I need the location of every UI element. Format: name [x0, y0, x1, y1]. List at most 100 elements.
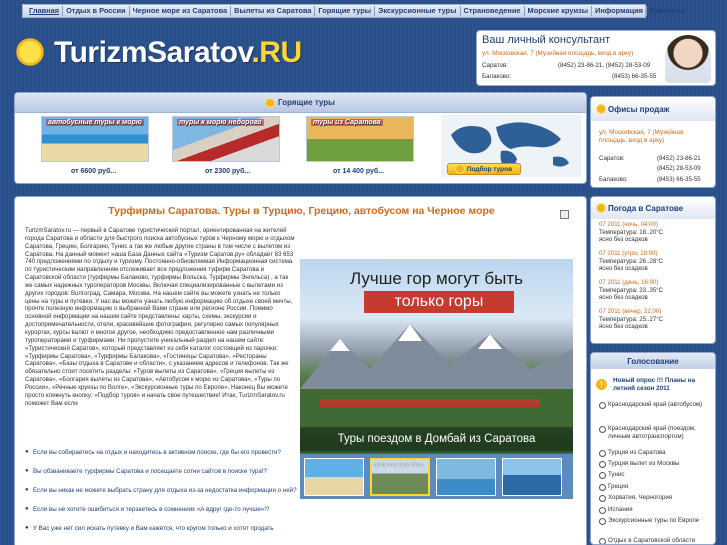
main-content: Турфирмы Саратова. Туры в Турцию, Грецию…	[14, 196, 587, 545]
weather-sky: ясно без осадков	[599, 294, 648, 301]
intro-text: TurizmSaratov.ru — первый в Саратове тур…	[25, 227, 295, 407]
thumbnail[interactable]	[436, 458, 496, 496]
vote-option[interactable]: Греция	[599, 483, 713, 491]
phone-value: (8453) 66-35-55	[657, 176, 701, 183]
exclamation-icon: !	[596, 379, 607, 390]
vote-title: Голосование	[627, 356, 679, 366]
print-icon[interactable]	[560, 210, 569, 219]
consultant-title: Ваш личный консультант	[482, 34, 611, 46]
vote-option[interactable]: Хорватия, Черногория	[599, 494, 713, 502]
weather-temp: Температура: 25..27°С	[599, 315, 664, 323]
sun-icon	[597, 204, 605, 212]
vote-option[interactable]: Тунис	[599, 471, 713, 479]
phone-value: (8452) 28-53-09	[657, 165, 701, 172]
consultant-address[interactable]: ул. Московская, 7 (Музейная площадь, вхо…	[482, 50, 633, 57]
city-label: Саратов:	[482, 62, 508, 69]
promo-title: Лучше гор могут быть	[350, 269, 523, 288]
promo-caption: Туры поездом в Домбай из Саратова	[300, 427, 573, 451]
weather-sky: ясно без осадков	[599, 265, 648, 272]
weather-title: Погода в Саратове	[608, 203, 684, 213]
tour-price[interactable]: от 14 400 руб...	[333, 168, 384, 175]
office-address[interactable]: ул. Московская, 7 (Музейная площадь, вхо…	[599, 129, 709, 145]
weather-temp: Температура: 18..20°С	[599, 228, 664, 236]
thumbnail[interactable]	[502, 458, 562, 496]
weather-date: 07 2011 (день, 16:00)	[599, 279, 659, 286]
thumbnail[interactable]	[304, 458, 364, 496]
weather-date: 07 2011 (ночь, 04:00)	[599, 221, 658, 228]
city-label: Саратов:	[599, 155, 625, 162]
thumbnail-label: Лучше гор могут быть	[374, 462, 424, 467]
tour-label: туры из Саратова	[311, 119, 383, 126]
consultant-photo	[665, 35, 711, 83]
phone-value: (8452) 23-86-21, (8452) 28-53-09	[558, 62, 651, 69]
weather-temp: Температура: 33..35°С	[599, 286, 664, 294]
vote-panel: Голосование ! Новый опрос !!! Планы на л…	[590, 352, 716, 545]
office-phone-row: Балаково: (8453) 66-35-55	[599, 176, 701, 183]
list-item: Если вы собираетесь на отдых и находитес…	[25, 449, 297, 468]
tour-price[interactable]: от 2300 руб...	[205, 168, 250, 175]
nav-info[interactable]: Информация	[592, 6, 647, 16]
nav-cruises[interactable]: Морские круизы	[525, 6, 593, 16]
site-logo[interactable]: TurizmSaratov.RU	[8, 30, 308, 76]
vote-option[interactable]: Испания	[599, 506, 713, 514]
offices-title: Офисы продаж	[608, 104, 670, 114]
offices-panel: Офисы продаж ул. Московская, 7 (Музейная…	[590, 96, 716, 188]
nav-russia[interactable]: Отдых в России	[63, 6, 130, 16]
weather-item: 07 2011 (утро, 10:00) Температура: 26..28…	[599, 250, 711, 273]
nav-flights[interactable]: Вылеты из Саратова	[231, 6, 316, 16]
sun-icon	[597, 105, 605, 113]
tour-image-train[interactable]: туры к морю недорого	[172, 116, 280, 162]
vote-option[interactable]: Турция из Саратова	[599, 449, 713, 457]
tour-price[interactable]: от 6600 руб...	[71, 168, 116, 175]
phone-value: (8452) 23-86-21	[657, 155, 701, 162]
nav-black-sea[interactable]: Черное море из Саратова	[130, 6, 232, 16]
podbor-tours-button[interactable]: Подбор туров	[447, 163, 521, 175]
vote-option[interactable]: Экскурсионные туры по Европе	[599, 517, 713, 525]
weather-temp: Температура: 26..28°С	[599, 257, 664, 265]
vote-option[interactable]: Отдых в Саратовской области	[599, 537, 713, 544]
promo-thumbnails: Лучше гор могут быть	[300, 453, 573, 499]
thumbnail[interactable]: Лучше гор могут быть	[370, 458, 430, 496]
tour-label: автобусные туры к морю	[46, 119, 144, 126]
nav-excursions[interactable]: Экскурсионные туры	[375, 6, 461, 16]
weather-sky: ясно без осадков	[599, 323, 648, 330]
weather-panel: Погода в Саратове 07 2011 (ночь, 04:00) Т…	[590, 196, 716, 344]
vote-question: Новый опрос !!! Планы на летний сезон 20…	[613, 377, 696, 392]
logo-suffix: .RU	[251, 36, 302, 69]
city-label: Балаково:	[482, 73, 512, 80]
nav-home[interactable]: Главная	[26, 6, 64, 16]
list-item: Если вы никак не можете выбрать страну д…	[25, 487, 297, 506]
hot-tours-panel: Горящие туры автобусные туры к морю туры…	[14, 92, 587, 184]
promo-banner[interactable]: Лучше гор могут быть только горы Туры по…	[300, 259, 573, 453]
question-list: Если вы собираетесь на отдых и находитес…	[25, 449, 297, 544]
vote-option[interactable]: Турция вылет из Москвы	[599, 460, 713, 468]
weather-item: 07 2011 (вечер, 22:00) Температура: 25..2…	[599, 308, 711, 331]
page-title: Турфирмы Саратова. Туры в Турцию, Грецию…	[108, 205, 495, 217]
nav-countries[interactable]: Страноведение	[461, 6, 525, 16]
weather-item: 07 2011 (ночь, 04:00) Температура: 18..20…	[599, 221, 711, 244]
list-item: Вы обзваниваете турфирмы Саратова и посе…	[25, 468, 297, 487]
consultant-row: Саратов: (8452) 23-86-21, (8452) 28-53-09	[482, 62, 650, 69]
podbor-label: Подбор туров	[466, 165, 513, 173]
vote-option[interactable]: Краснодарский край (автобусом)	[599, 401, 713, 409]
consultant-row: Балаково: (8453) 66-35-55	[482, 73, 656, 80]
consultant-box: Ваш личный консультант ул. Московская, 7…	[476, 30, 716, 86]
sun-icon	[266, 98, 274, 107]
tour-image-bus[interactable]: автобусные туры к морю	[41, 116, 149, 162]
tour-label: туры к морю недорого	[177, 119, 264, 126]
mountain-train-image	[300, 324, 573, 429]
sun-icon	[8, 30, 52, 74]
weather-item: 07 2011 (день, 16:00) Температура: 33..35…	[599, 279, 711, 302]
nav-hot-tours[interactable]: Горящие туры	[315, 6, 376, 16]
phone-value: (8453) 66-35-55	[612, 73, 657, 80]
nav-contacts[interactable]: Контакты	[647, 6, 688, 16]
list-item: Если вы не хотите ошибиться и терзаетесь…	[25, 506, 297, 525]
office-phone-row: Саратов: (8452) 23-86-21	[599, 155, 701, 162]
logo-text: TurizmSaratov	[54, 36, 252, 69]
vote-option[interactable]: Краснодарский край (поездом, личным авто…	[599, 425, 713, 440]
hot-tours-title: Горящие туры	[278, 98, 335, 107]
tour-image-turkey[interactable]: туры из Саратова	[306, 116, 414, 162]
weather-sky: ясно без осадков	[599, 236, 648, 243]
top-navigation: Главная Отдых в России Черное море из Са…	[22, 4, 685, 18]
sun-icon	[455, 165, 464, 173]
